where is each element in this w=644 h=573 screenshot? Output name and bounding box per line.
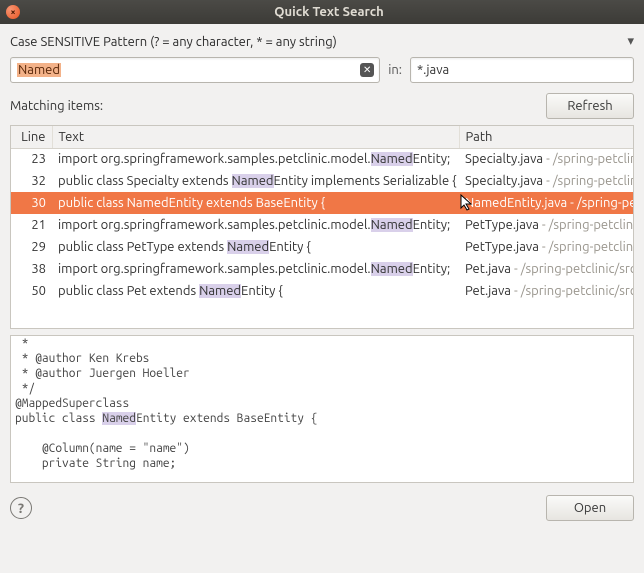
column-header-path[interactable]: Path xyxy=(459,126,633,148)
row-path: PetType.java - /spring-petclinic/ xyxy=(459,236,633,258)
extension-input-value: *.java xyxy=(417,63,449,77)
chevron-down-icon[interactable]: ▾ xyxy=(627,34,634,49)
column-header-line[interactable]: Line xyxy=(11,126,52,148)
table-row[interactable]: 38import org.springframework.samples.pet… xyxy=(11,258,633,280)
row-text: import org.springframework.samples.petcl… xyxy=(52,258,459,280)
search-input-value: Named xyxy=(17,63,61,77)
table-row[interactable]: 30public class NamedEntity extends BaseE… xyxy=(11,192,633,214)
row-line: 21 xyxy=(11,214,52,236)
results-table: Line Text Path 23import org.springframew… xyxy=(10,125,634,329)
row-text: public class PetType extends NamedEntity… xyxy=(52,236,459,258)
open-button[interactable]: Open xyxy=(546,495,634,521)
row-text: public class NamedEntity extends BaseEnt… xyxy=(52,192,459,214)
clear-icon[interactable]: ✕ xyxy=(360,63,374,77)
row-path: Pet.java - /spring-petclinic/src/m xyxy=(459,258,633,280)
pattern-label-row: Case SENSITIVE Pattern (? = any characte… xyxy=(10,32,634,51)
table-row[interactable]: 21import org.springframework.samples.pet… xyxy=(11,214,633,236)
table-row[interactable]: 29public class PetType extends NamedEnti… xyxy=(11,236,633,258)
quick-text-search-dialog: × Quick Text Search Case SENSITIVE Patte… xyxy=(0,0,644,573)
refresh-button[interactable]: Refresh xyxy=(546,93,634,119)
row-text: public class Pet extends NamedEntity { xyxy=(52,280,459,302)
code-preview: * * @author Ken Krebs * @author Juergen … xyxy=(10,335,634,483)
row-line: 30 xyxy=(11,192,52,214)
row-line: 23 xyxy=(11,148,52,170)
help-icon[interactable]: ? xyxy=(10,497,32,519)
row-line: 32 xyxy=(11,170,52,192)
row-line: 50 xyxy=(11,280,52,302)
row-text: import org.springframework.samples.petcl… xyxy=(52,214,459,236)
row-path: Specialty.java - /spring-petclinic/ xyxy=(459,148,633,170)
titlebar: × Quick Text Search xyxy=(0,0,644,24)
table-row[interactable]: 32public class Specialty extends NamedEn… xyxy=(11,170,633,192)
column-header-text[interactable]: Text xyxy=(52,126,459,148)
row-text: import org.springframework.samples.petcl… xyxy=(52,148,459,170)
row-text: public class Specialty extends NamedEnti… xyxy=(52,170,459,192)
row-line: 38 xyxy=(11,258,52,280)
matching-items-label: Matching items: xyxy=(10,99,546,113)
close-icon[interactable]: × xyxy=(6,5,20,19)
row-path: NamedEntity.java - /spring-petcl xyxy=(459,192,633,214)
extension-input[interactable]: *.java xyxy=(410,57,634,83)
row-path: Specialty.java - /spring-petclinic/ xyxy=(459,170,633,192)
in-label: in: xyxy=(388,63,402,77)
table-row[interactable]: 23import org.springframework.samples.pet… xyxy=(11,148,633,170)
pattern-label: Case SENSITIVE Pattern (? = any characte… xyxy=(10,35,337,49)
table-row[interactable]: 50public class Pet extends NamedEntity {… xyxy=(11,280,633,302)
search-input[interactable]: Named ✕ xyxy=(10,57,380,83)
row-line: 29 xyxy=(11,236,52,258)
row-path: PetType.java - /spring-petclinic/ xyxy=(459,214,633,236)
row-path: Pet.java - /spring-petclinic/src/m xyxy=(459,280,633,302)
window-title: Quick Text Search xyxy=(20,5,638,19)
